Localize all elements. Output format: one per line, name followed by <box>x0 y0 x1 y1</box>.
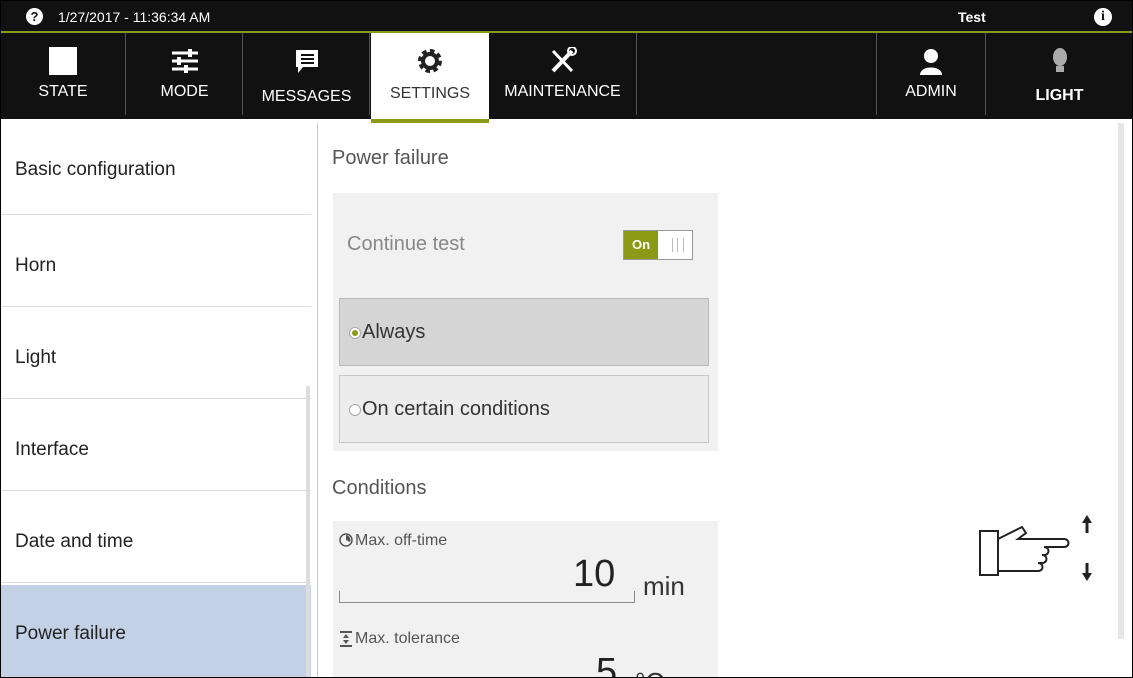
radio-unselected-icon <box>349 404 361 416</box>
tab-maintenance[interactable]: MAINTENANCE <box>489 33 637 115</box>
sidebar-item-power-failure[interactable]: Power failure <box>1 585 311 677</box>
message-list-icon <box>295 50 318 73</box>
sidebar-item-label: Horn <box>15 255 57 276</box>
info-icon[interactable]: i <box>1094 8 1112 26</box>
sidebar-item-label: Light <box>15 347 57 368</box>
max-off-time-value[interactable]: 10 <box>573 553 615 596</box>
continue-test-toggle[interactable]: On <box>623 230 693 260</box>
mode-indicator: Test <box>958 9 986 25</box>
app-window: ? 1/27/2017 - 11:36:34 AM Test i STATE M… <box>0 0 1133 678</box>
max-tolerance-label: Max. tolerance <box>355 630 460 647</box>
power-failure-card: Continue test On Always On certain condi… <box>333 193 718 451</box>
tab-settings[interactable]: SETTINGS <box>371 33 489 123</box>
clock-icon <box>339 533 353 547</box>
sidebar-item-label: Basic configuration <box>15 159 176 180</box>
tab-label: STATE <box>38 83 88 100</box>
tab-mode[interactable]: MODE <box>127 33 243 115</box>
continue-test-label: Continue test <box>347 233 465 255</box>
sidebar-item-horn[interactable]: Horn <box>1 215 311 307</box>
sidebar-item-date-and-time[interactable]: Date and time <box>1 491 311 583</box>
question-icon[interactable]: ? <box>26 8 43 25</box>
status-bar: ? 1/27/2017 - 11:36:34 AM Test i <box>1 1 1132 33</box>
sliders-icon <box>171 49 198 73</box>
sidebar-item-light[interactable]: Light <box>1 307 311 399</box>
max-off-time-label: Max. off-time <box>355 532 448 549</box>
sidebar-item-label: Power failure <box>15 623 126 644</box>
tolerance-icon <box>340 631 352 647</box>
page-title: Power failure <box>332 147 449 169</box>
tab-label: MESSAGES <box>261 88 352 105</box>
max-off-time-input[interactable] <box>339 591 635 603</box>
sidebar-item-label: Date and time <box>15 531 134 552</box>
max-tolerance-unit: °C <box>635 667 664 677</box>
user-icon <box>920 49 942 75</box>
settings-panel: Power failure Continue test On Always On… <box>318 123 1132 677</box>
toggle-on-label: On <box>624 231 658 259</box>
state-square-icon <box>49 47 77 75</box>
swipe-hand-icon <box>979 515 1092 581</box>
sidebar-item-interface[interactable]: Interface <box>1 399 311 491</box>
panel-scrollbar[interactable] <box>1118 123 1124 639</box>
settings-sidebar: Basic configuration Horn Light Interface… <box>1 123 318 677</box>
conditions-title: Conditions <box>332 477 427 499</box>
tab-label: SETTINGS <box>389 85 470 102</box>
sidebar-scrollbar[interactable] <box>306 386 310 677</box>
admin-label: ADMIN <box>905 83 957 100</box>
sidebar-item-basic-configuration[interactable]: Basic configuration <box>1 123 311 215</box>
option-on-certain-conditions[interactable]: On certain conditions <box>339 375 709 443</box>
option-label: On certain conditions <box>362 398 550 420</box>
main-nav: STATE MODE MESSAGES SETTINGS MAINTENANCE… <box>1 33 1132 123</box>
admin-button[interactable]: ADMIN <box>876 33 986 115</box>
tab-label: MAINTENANCE <box>504 83 621 100</box>
light-label: LIGHT <box>1035 87 1084 104</box>
max-tolerance-value[interactable]: 5 <box>596 651 617 677</box>
tools-icon <box>551 47 577 73</box>
tab-messages[interactable]: MESSAGES <box>244 33 370 115</box>
lightbulb-icon <box>1052 48 1067 72</box>
max-off-time-unit: min <box>643 571 685 601</box>
conditions-card: Max. off-time 10 min Max. tolerance 5 °C <box>333 521 718 677</box>
light-button[interactable]: LIGHT <box>987 33 1132 115</box>
gear-icon <box>418 49 442 73</box>
option-label: Always <box>362 321 426 343</box>
sidebar-item-label: Interface <box>15 439 89 460</box>
datetime: 1/27/2017 - 11:36:34 AM <box>58 9 211 25</box>
toggle-grip-icon <box>672 238 684 252</box>
radio-selected-icon <box>349 327 361 339</box>
tab-state[interactable]: STATE <box>1 33 126 115</box>
tab-label: MODE <box>160 83 209 100</box>
option-always[interactable]: Always <box>339 298 709 366</box>
